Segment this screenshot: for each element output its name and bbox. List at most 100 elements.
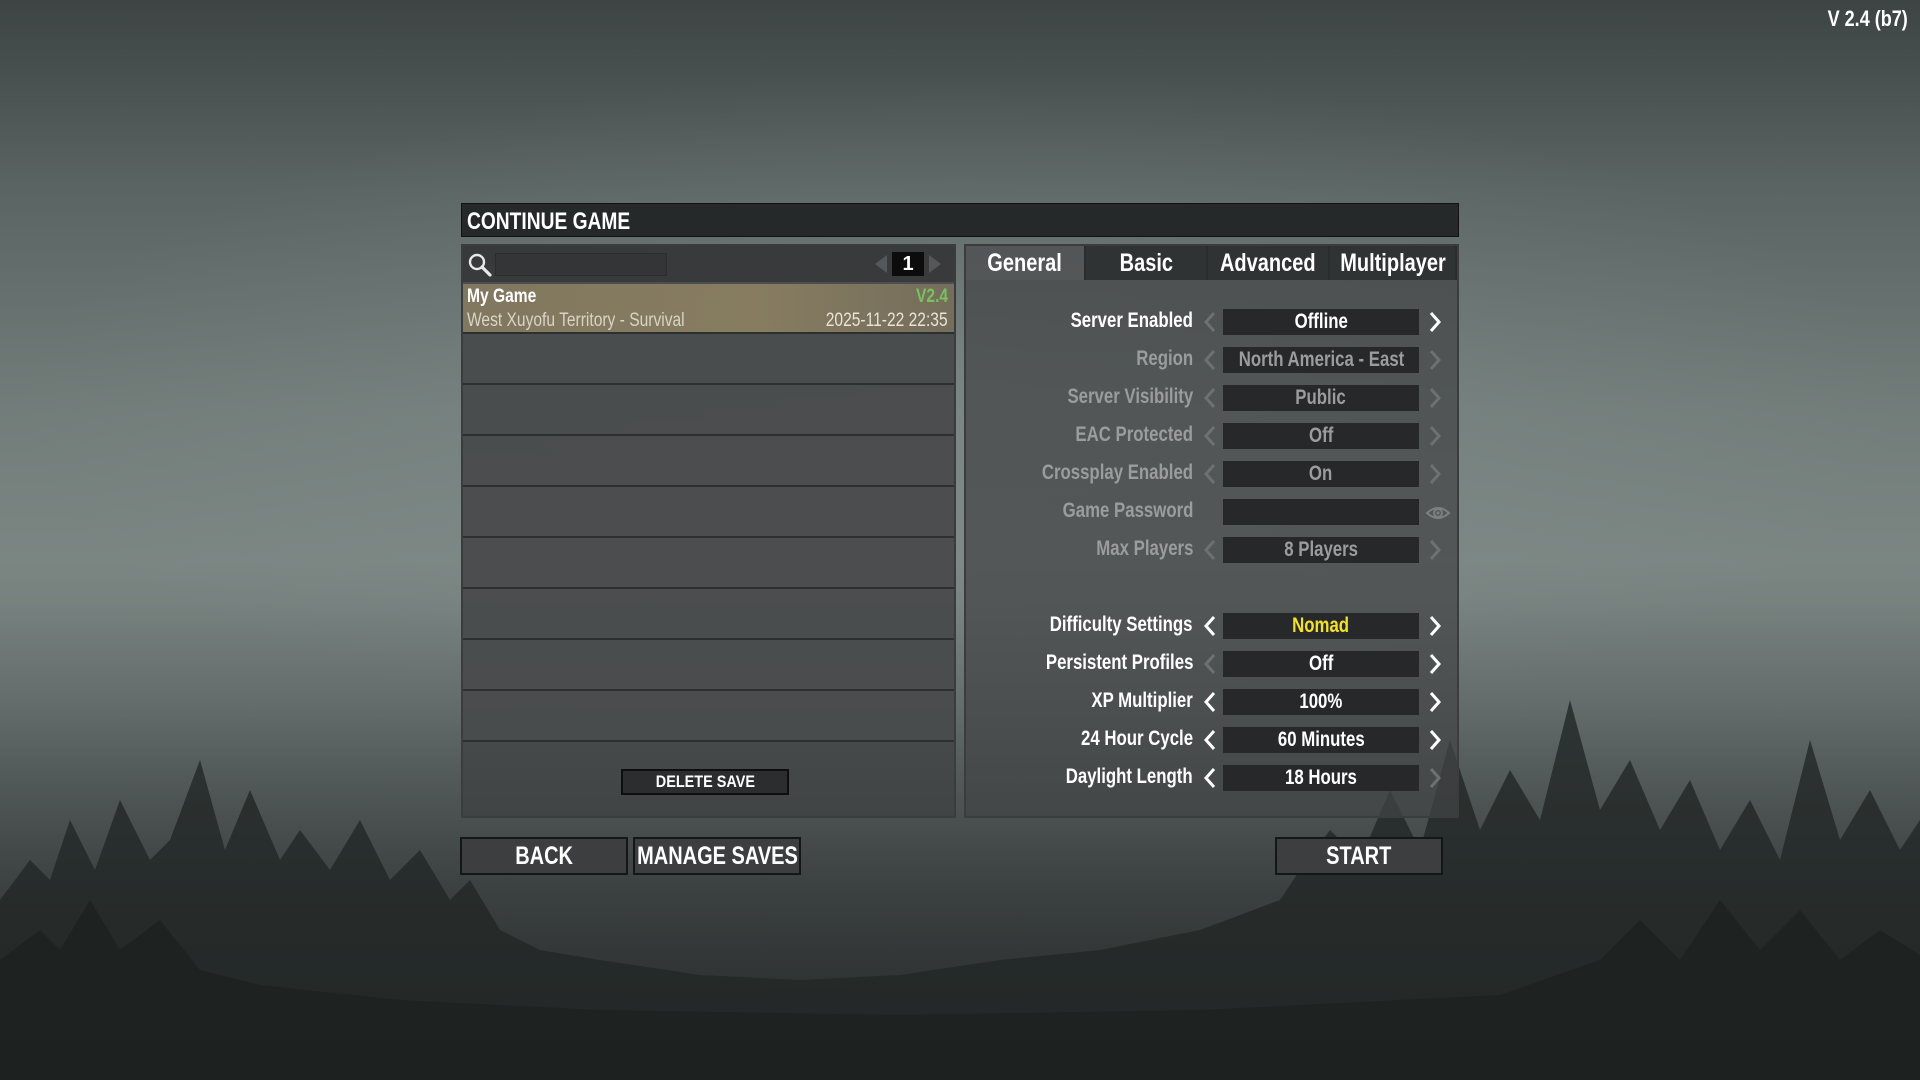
- page-number: 1: [892, 252, 924, 276]
- delete-save-label: DELETE SAVE: [655, 772, 755, 791]
- setting-region: Region North America - East: [966, 346, 1457, 374]
- save-row-empty[interactable]: [463, 436, 954, 487]
- setting-daylight-length: Daylight Length 18 Hours: [966, 764, 1457, 792]
- chevron-left-icon[interactable]: [1199, 310, 1221, 334]
- setting-value: Offline: [1223, 309, 1419, 335]
- chevron-left-icon[interactable]: [1199, 652, 1221, 676]
- setting-label: XP Multiplier: [1091, 689, 1193, 712]
- search-input[interactable]: [495, 253, 667, 276]
- value-text: On: [1309, 462, 1333, 485]
- setting-label: EAC Protected: [1075, 423, 1193, 446]
- setting-value: Public: [1223, 385, 1419, 411]
- setting-day-cycle: 24 Hour Cycle 60 Minutes: [966, 726, 1457, 754]
- chevron-left-icon[interactable]: [1199, 766, 1221, 790]
- eye-icon[interactable]: [1425, 502, 1451, 524]
- save-list: My Game V2.4 West Xuyofu Territory - Sur…: [463, 284, 954, 742]
- chevron-left-icon[interactable]: [1199, 348, 1221, 372]
- chevron-right-icon[interactable]: [1424, 310, 1446, 334]
- back-button[interactable]: BACK: [460, 837, 628, 875]
- chevron-left-icon[interactable]: [1199, 538, 1221, 562]
- chevron-right-icon[interactable]: [1424, 614, 1446, 638]
- save-date: 2025-11-22 22:35: [826, 310, 948, 331]
- chevron-left-icon[interactable]: [1199, 614, 1221, 638]
- chevron-right-icon[interactable]: [1424, 462, 1446, 486]
- tab-label: Multiplayer: [1339, 248, 1446, 277]
- value-text: Public: [1295, 386, 1347, 409]
- version-label: V 2.4 (b7): [1827, 6, 1908, 31]
- value-text: Nomad: [1292, 614, 1350, 637]
- setting-label: Persistent Profiles: [1045, 651, 1193, 674]
- delete-save-button[interactable]: DELETE SAVE: [621, 769, 789, 795]
- setting-server-visibility: Server Visibility Public: [966, 384, 1457, 412]
- setting-label: Game Password: [1062, 499, 1193, 522]
- tab-multiplayer[interactable]: Multiplayer: [1330, 246, 1457, 280]
- setting-label: Server Enabled: [1070, 309, 1193, 332]
- setting-value: 8 Players: [1223, 537, 1419, 563]
- manage-saves-button[interactable]: MANAGE SAVES: [633, 837, 801, 875]
- chevron-right-icon[interactable]: [1424, 728, 1446, 752]
- tab-advanced[interactable]: Advanced: [1208, 246, 1330, 280]
- save-row-my-game[interactable]: My Game V2.4 West Xuyofu Territory - Sur…: [463, 284, 954, 334]
- chevron-right-icon[interactable]: [1424, 386, 1446, 410]
- search-row: 1: [463, 246, 954, 282]
- save-row-empty[interactable]: [463, 334, 954, 385]
- chevron-right-icon[interactable]: [1424, 690, 1446, 714]
- chevron-right-icon[interactable]: [1424, 538, 1446, 562]
- save-row-empty[interactable]: [463, 538, 954, 589]
- chevron-left-icon[interactable]: [1199, 424, 1221, 448]
- setting-game-password: Game Password: [966, 498, 1457, 526]
- tab-label: Basic: [1119, 248, 1173, 277]
- setting-value: North America - East: [1223, 347, 1419, 373]
- setting-eac-protected: EAC Protected Off: [966, 422, 1457, 450]
- save-version: V2.4: [915, 286, 948, 307]
- setting-server-enabled: Server Enabled Offline: [966, 308, 1457, 336]
- save-row-empty[interactable]: [463, 487, 954, 538]
- triangle-right-icon: [929, 255, 941, 273]
- chevron-right-icon[interactable]: [1424, 652, 1446, 676]
- setting-label: Region: [1136, 347, 1193, 370]
- save-row-empty[interactable]: [463, 385, 954, 436]
- value-text: 18 Hours: [1285, 766, 1357, 789]
- pager-next-button[interactable]: [924, 251, 946, 277]
- value-text: 100%: [1299, 690, 1343, 713]
- value-text: Off: [1308, 424, 1334, 447]
- tab-basic[interactable]: Basic: [1086, 246, 1208, 280]
- chevron-right-icon[interactable]: [1424, 348, 1446, 372]
- window-title: CONTINUE GAME: [467, 208, 631, 235]
- setting-value: 18 Hours: [1223, 765, 1419, 791]
- value-text: 60 Minutes: [1277, 728, 1365, 751]
- setting-value: On: [1223, 461, 1419, 487]
- search-icon[interactable]: [467, 252, 493, 278]
- setting-value: 60 Minutes: [1223, 727, 1419, 753]
- chevron-left-icon[interactable]: [1199, 690, 1221, 714]
- pager: 1: [870, 251, 946, 277]
- game-password-input[interactable]: [1223, 499, 1419, 525]
- chevron-left-icon[interactable]: [1199, 728, 1221, 752]
- triangle-left-icon: [875, 255, 887, 273]
- tab-label: Advanced: [1220, 248, 1316, 277]
- setting-value: Nomad: [1223, 613, 1419, 639]
- value-text: North America - East: [1238, 348, 1404, 371]
- settings-panel: General Basic Advanced Multiplayer Serve…: [964, 244, 1459, 818]
- save-name: My Game: [467, 286, 537, 307]
- setting-value: Off: [1223, 651, 1419, 677]
- start-button[interactable]: START: [1275, 837, 1443, 875]
- setting-difficulty: Difficulty Settings Nomad: [966, 612, 1457, 640]
- pager-prev-button[interactable]: [870, 251, 892, 277]
- tab-general[interactable]: General: [966, 246, 1086, 280]
- chevron-left-icon[interactable]: [1199, 386, 1221, 410]
- setting-label: Daylight Length: [1066, 765, 1193, 788]
- save-row-empty[interactable]: [463, 640, 954, 691]
- chevron-right-icon[interactable]: [1424, 424, 1446, 448]
- save-world: West Xuyofu Territory - Survival: [467, 310, 685, 331]
- forest-background: [0, 600, 1920, 1080]
- manage-saves-label: MANAGE SAVES: [636, 841, 798, 870]
- save-row-empty[interactable]: [463, 691, 954, 742]
- chevron-left-icon[interactable]: [1199, 462, 1221, 486]
- setting-persistent-profiles: Persistent Profiles Off: [966, 650, 1457, 678]
- start-label: START: [1326, 841, 1392, 870]
- chevron-right-icon[interactable]: [1424, 766, 1446, 790]
- save-row-empty[interactable]: [463, 589, 954, 640]
- back-label: BACK: [515, 841, 573, 870]
- setting-xp-multiplier: XP Multiplier 100%: [966, 688, 1457, 716]
